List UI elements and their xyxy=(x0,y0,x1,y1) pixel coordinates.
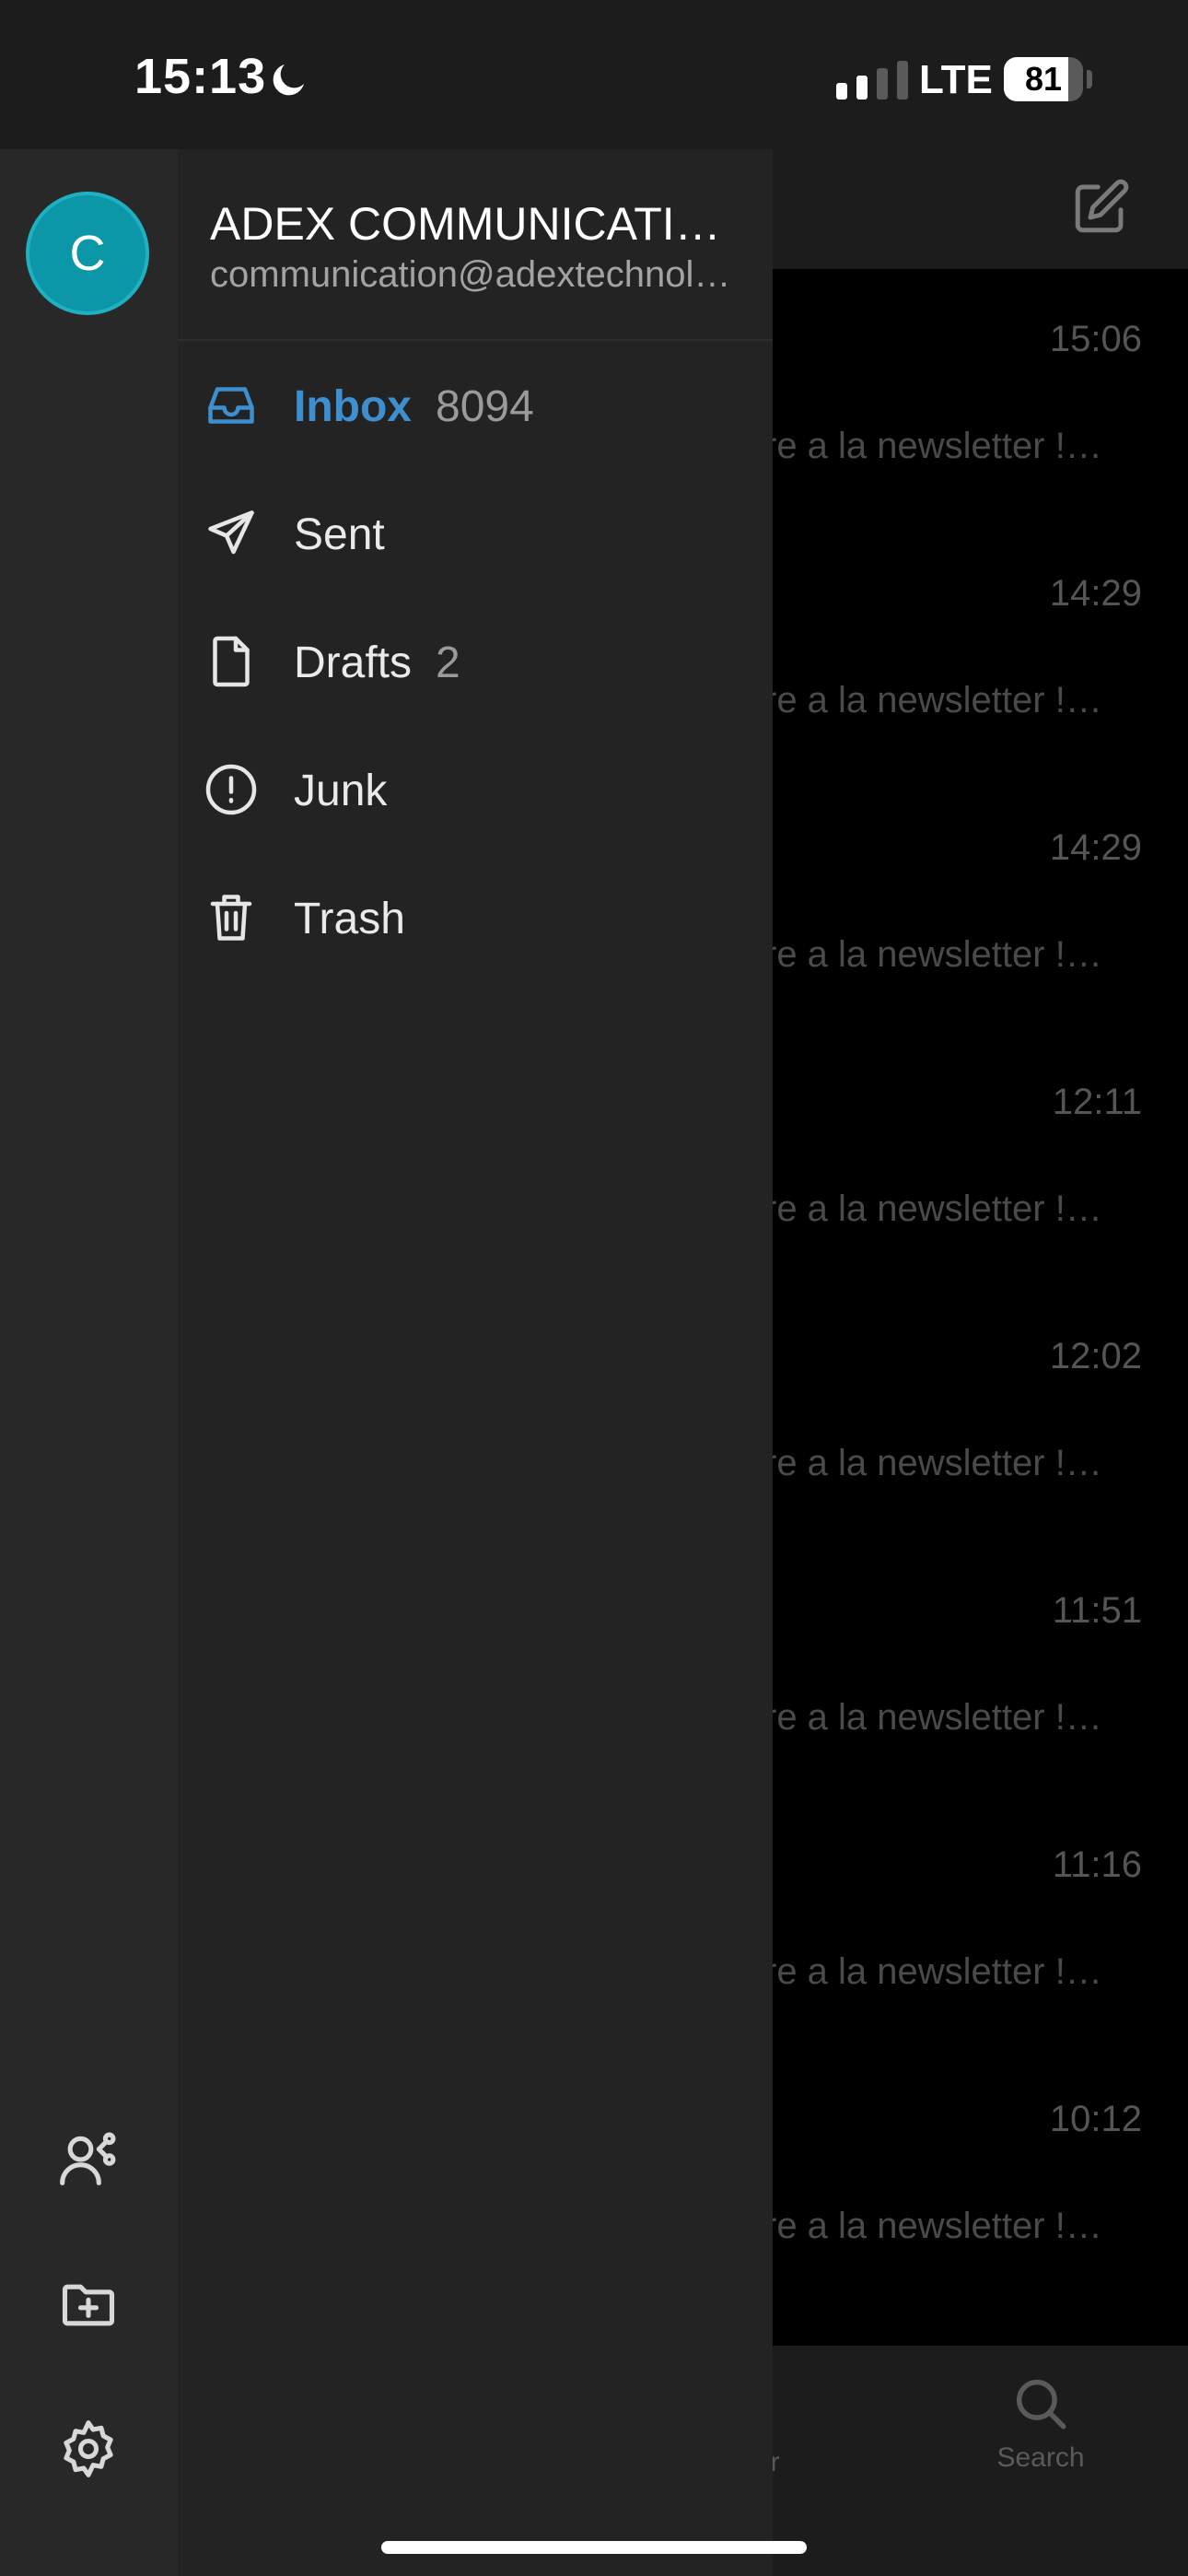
folder-label-junk: Junk xyxy=(294,767,388,815)
network-label: LTE xyxy=(919,57,993,102)
folder-label-trash: Trash xyxy=(294,895,405,943)
folder-count-inbox: 8094 xyxy=(436,382,534,431)
mail-preview: re a la newsletter !… xyxy=(764,426,1102,466)
mail-time: 14:29 xyxy=(1049,573,1142,614)
battery-icon: 81 xyxy=(1004,57,1083,101)
mail-time: 14:29 xyxy=(1049,827,1142,868)
battery-tip xyxy=(1087,70,1092,88)
alert-circle-icon xyxy=(205,764,257,815)
trash-icon xyxy=(210,895,252,941)
drawer-divider xyxy=(178,339,773,341)
folder-label-drafts: Drafts xyxy=(294,638,413,687)
mail-preview: re a la newsletter !… xyxy=(764,1697,1102,1738)
folder-label-inbox: Inbox xyxy=(294,382,412,431)
search-icon xyxy=(1016,2379,1066,2430)
folder-item-trash[interactable]: Trash xyxy=(178,857,773,977)
mail-time: 10:12 xyxy=(1049,2099,1142,2139)
mail-time: 12:02 xyxy=(1049,1336,1142,1376)
signal-icon xyxy=(836,61,908,100)
mail-preview: re a la newsletter !… xyxy=(764,934,1102,975)
folder-count-drafts: 2 xyxy=(436,638,460,687)
inbox-icon xyxy=(208,387,254,424)
folder-item-inbox[interactable]: Inbox 8094 xyxy=(178,345,773,464)
folder-item-drafts[interactable]: Drafts 2 xyxy=(178,601,773,720)
moon-icon xyxy=(273,64,304,96)
mail-time: 11:16 xyxy=(1052,1844,1142,1885)
mail-time: 15:06 xyxy=(1049,319,1142,359)
tab-search-label: Search xyxy=(996,2442,1085,2473)
share-account-icon[interactable] xyxy=(57,2128,120,2191)
mail-time: 11:51 xyxy=(1052,1590,1142,1631)
folder-item-junk[interactable]: Junk xyxy=(178,729,773,849)
battery-level: 81 xyxy=(1024,60,1063,98)
mail-time: 12:11 xyxy=(1052,1082,1142,1122)
mail-preview: re a la newsletter !… xyxy=(764,1951,1102,1992)
status-time: 15:13 xyxy=(134,49,267,104)
settings-gear-icon[interactable] xyxy=(57,2418,120,2480)
account-avatar[interactable]: C xyxy=(26,192,149,315)
mail-preview: re a la newsletter !… xyxy=(764,680,1102,720)
tab-search[interactable]: Search xyxy=(976,2373,1105,2474)
compose-icon[interactable] xyxy=(1070,177,1131,238)
status-bar: 15:13 LTE 81 xyxy=(0,0,1188,149)
folder-item-sent[interactable]: Sent xyxy=(178,473,773,592)
home-indicator xyxy=(381,2541,807,2554)
account-rail xyxy=(0,149,178,2576)
account-email: communication@adextechnol… xyxy=(210,254,731,295)
add-folder-icon[interactable] xyxy=(57,2274,120,2336)
mail-preview: re a la newsletter !… xyxy=(764,1443,1102,1483)
mail-preview: re a la newsletter !… xyxy=(764,1188,1102,1229)
account-name: ADEX COMMUNICATIO… xyxy=(210,198,744,250)
send-icon xyxy=(208,510,254,555)
folder-label-sent: Sent xyxy=(294,510,385,559)
file-icon xyxy=(213,636,250,687)
mail-preview: re a la newsletter !… xyxy=(764,2206,1102,2246)
